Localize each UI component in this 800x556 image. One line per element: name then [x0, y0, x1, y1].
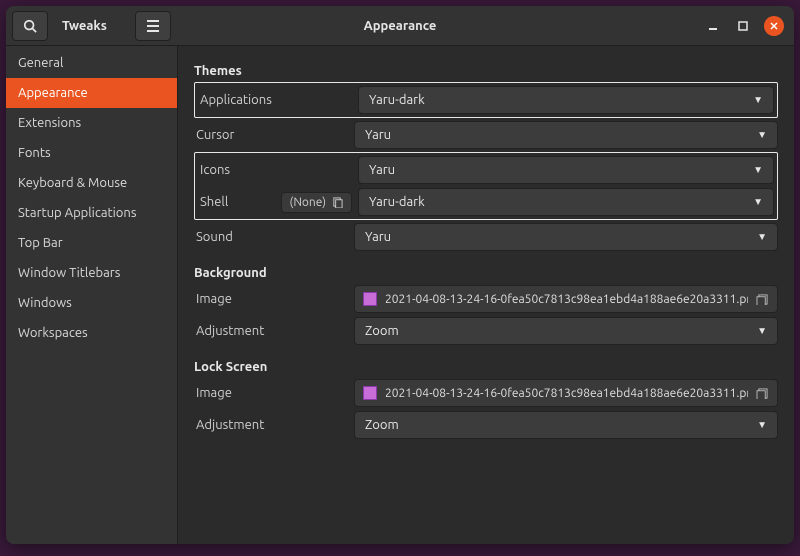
image-thumbnail-icon	[363, 292, 377, 306]
titlebar-left: Tweaks	[6, 11, 175, 41]
maximize-button[interactable]	[734, 17, 752, 35]
label-ls-image: Image	[194, 386, 354, 400]
sidebar-item-general[interactable]: General	[6, 48, 177, 78]
dropdown-sound-value: Yaru	[365, 230, 391, 244]
hamburger-icon	[146, 20, 160, 32]
sidebar-item-top-bar[interactable]: Top Bar	[6, 228, 177, 258]
image-thumbnail-icon	[363, 386, 377, 400]
row-sound: Sound Yaru ▼	[194, 222, 778, 252]
window-body: General Appearance Extensions Fonts Keyb…	[6, 46, 794, 544]
row-bg-image: Image 2021-04-08-13-24-16-0fea50c7813c98…	[194, 284, 778, 314]
section-heading-background: Background	[194, 266, 778, 280]
row-shell: Shell (None) Yaru-dark ▼	[198, 187, 774, 217]
folder-open-icon	[756, 388, 769, 399]
ls-image-filename: 2021-04-08-13-24-16-0fea50c7813c98ea1ebd…	[385, 387, 748, 400]
row-ls-image: Image 2021-04-08-13-24-16-0fea50c7813c98…	[194, 378, 778, 408]
chevron-down-icon: ▼	[757, 325, 767, 337]
dropdown-ls-adjustment-value: Zoom	[365, 418, 399, 432]
label-bg-image: Image	[194, 292, 354, 306]
folder-open-icon	[756, 294, 769, 305]
close-button[interactable]	[764, 16, 784, 36]
dropdown-shell[interactable]: Yaru-dark ▼	[358, 188, 774, 216]
label-ls-adjustment: Adjustment	[194, 418, 354, 432]
highlight-applications: Applications Yaru-dark ▼	[194, 82, 778, 118]
dropdown-icons[interactable]: Yaru ▼	[358, 156, 774, 184]
label-cursor: Cursor	[194, 128, 354, 142]
sidebar-item-startup-apps[interactable]: Startup Applications	[6, 198, 177, 228]
sidebar-item-window-titlebars[interactable]: Window Titlebars	[6, 258, 177, 288]
dropdown-ls-adjustment[interactable]: Zoom ▼	[354, 411, 778, 439]
content-area: Themes Applications Yaru-dark ▼ Cursor Y…	[178, 46, 794, 544]
dropdown-icons-value: Yaru	[369, 163, 395, 177]
search-icon	[23, 19, 37, 33]
dropdown-applications[interactable]: Yaru-dark ▼	[358, 86, 774, 114]
dropdown-bg-adjustment-value: Zoom	[365, 324, 399, 338]
row-bg-adjustment: Adjustment Zoom ▼	[194, 316, 778, 346]
search-button[interactable]	[12, 11, 48, 41]
dropdown-bg-adjustment[interactable]: Zoom ▼	[354, 317, 778, 345]
label-icons: Icons	[198, 163, 358, 177]
minimize-button[interactable]	[704, 17, 722, 35]
chevron-down-icon: ▼	[753, 164, 763, 176]
chevron-down-icon: ▼	[757, 419, 767, 431]
dropdown-cursor-value: Yaru	[365, 128, 391, 142]
section-heading-themes: Themes	[194, 64, 778, 78]
sidebar-item-keyboard-mouse[interactable]: Keyboard & Mouse	[6, 168, 177, 198]
dropdown-sound[interactable]: Yaru ▼	[354, 223, 778, 251]
highlight-icons-shell: Icons Yaru ▼ Shell (None)	[194, 152, 778, 220]
dropdown-applications-value: Yaru-dark	[369, 93, 425, 107]
row-icons: Icons Yaru ▼	[198, 155, 774, 185]
label-sound: Sound	[194, 230, 354, 244]
menu-button[interactable]	[135, 11, 171, 41]
shell-none-text: (None)	[290, 196, 326, 209]
document-icon	[332, 197, 343, 208]
label-shell-text: Shell	[200, 195, 228, 209]
titlebar: Tweaks Appearance	[6, 6, 794, 46]
minimize-icon	[708, 21, 718, 31]
filechooser-bg-image[interactable]: 2021-04-08-13-24-16-0fea50c7813c98ea1ebd…	[354, 285, 778, 313]
label-applications: Applications	[198, 93, 358, 107]
bg-image-filename: 2021-04-08-13-24-16-0fea50c7813c98ea1ebd…	[385, 293, 748, 306]
dropdown-shell-value: Yaru-dark	[369, 195, 425, 209]
sidebar-item-workspaces[interactable]: Workspaces	[6, 318, 177, 348]
sidebar-item-extensions[interactable]: Extensions	[6, 108, 177, 138]
dropdown-cursor[interactable]: Yaru ▼	[354, 121, 778, 149]
label-bg-adjustment: Adjustment	[194, 324, 354, 338]
sidebar-item-fonts[interactable]: Fonts	[6, 138, 177, 168]
label-shell: Shell (None)	[198, 192, 358, 213]
sidebar-item-windows[interactable]: Windows	[6, 288, 177, 318]
sidebar: General Appearance Extensions Fonts Keyb…	[6, 46, 178, 544]
chevron-down-icon: ▼	[753, 196, 763, 208]
section-heading-lockscreen: Lock Screen	[194, 360, 778, 374]
chevron-down-icon: ▼	[753, 94, 763, 106]
sidebar-item-appearance[interactable]: Appearance	[6, 78, 177, 108]
window-controls	[704, 16, 794, 36]
tweaks-window: Tweaks Appearance General Appearance Ext…	[6, 6, 794, 544]
row-ls-adjustment: Adjustment Zoom ▼	[194, 410, 778, 440]
row-applications: Applications Yaru-dark ▼	[198, 85, 774, 115]
close-icon	[770, 22, 778, 30]
filechooser-ls-image[interactable]: 2021-04-08-13-24-16-0fea50c7813c98ea1ebd…	[354, 379, 778, 407]
app-name: Tweaks	[52, 19, 129, 33]
shell-none-button[interactable]: (None)	[281, 192, 352, 213]
chevron-down-icon: ▼	[757, 231, 767, 243]
maximize-icon	[738, 21, 748, 31]
chevron-down-icon: ▼	[757, 129, 767, 141]
row-cursor: Cursor Yaru ▼	[194, 120, 778, 150]
